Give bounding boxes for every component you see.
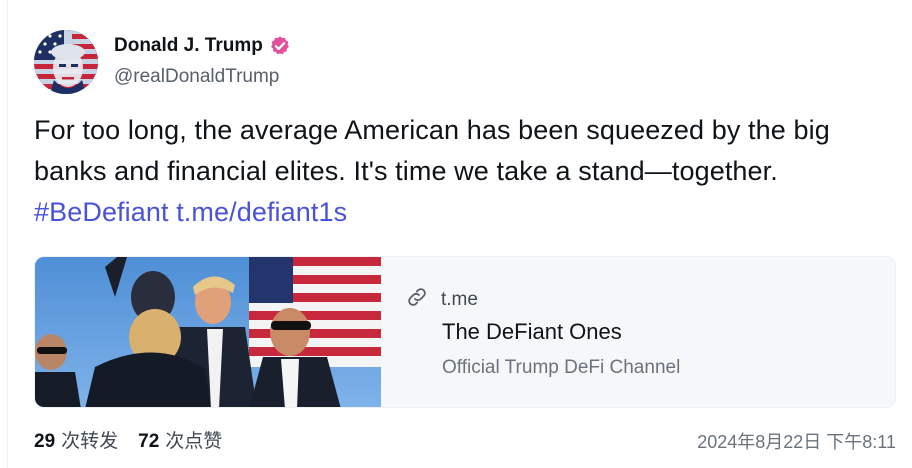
- post-text-line-2: banks and financial elites. It's time we…: [34, 156, 778, 186]
- preview-domain-row: t.me: [405, 285, 478, 314]
- external-link[interactable]: t.me/defiant1s: [176, 197, 347, 227]
- post-links: #BeDefiant t.me/defiant1s: [34, 192, 894, 233]
- author-name[interactable]: Donald J. Trump: [114, 35, 263, 57]
- link-preview-card[interactable]: t.me The DeFiant Ones Official Trump DeF…: [34, 256, 896, 408]
- preview-image: [35, 257, 381, 407]
- hashtag-link[interactable]: #BeDefiant: [34, 197, 169, 227]
- post-text-line-1: For too long, the average American has b…: [34, 115, 830, 145]
- likes-label[interactable]: 次点赞: [165, 426, 222, 453]
- post-timestamp[interactable]: 2024年8月22日 下午8:11: [697, 428, 896, 454]
- column-divider: [0, 0, 8, 468]
- engagement-stats: 29 次转发 72 次点赞: [34, 426, 242, 453]
- reposts-label[interactable]: 次转发: [61, 426, 118, 453]
- preview-title: The DeFiant Ones: [442, 319, 622, 344]
- likes-count[interactable]: 72: [138, 431, 159, 453]
- avatar[interactable]: [34, 30, 98, 94]
- post-card: Donald J. Trump @realDonaldTrump For too…: [0, 0, 912, 468]
- verified-badge-icon: [269, 35, 291, 57]
- preview-description: Official Trump DeFi Channel: [442, 357, 681, 378]
- avatar-image: [34, 30, 98, 94]
- reposts-count[interactable]: 29: [34, 431, 55, 453]
- post-text: For too long, the average American has b…: [34, 110, 894, 233]
- link-icon: [405, 285, 429, 314]
- author-handle[interactable]: @realDonaldTrump: [114, 66, 279, 88]
- preview-domain: t.me: [441, 288, 478, 310]
- author-row: Donald J. Trump: [114, 34, 291, 58]
